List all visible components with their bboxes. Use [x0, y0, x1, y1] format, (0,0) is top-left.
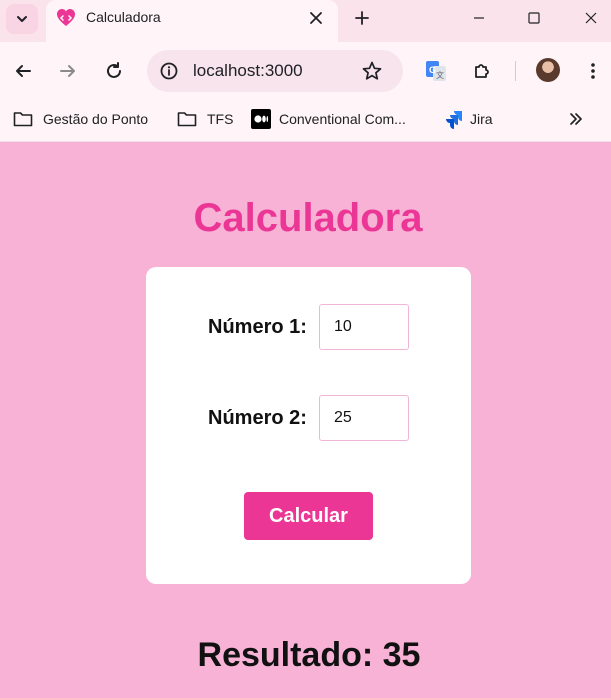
bookmark-gestao-do-ponto[interactable]: Gestão do Ponto	[13, 109, 148, 129]
extensions-puzzle-icon[interactable]	[467, 56, 497, 86]
browser-toolbar: localhost:3000 G文	[0, 42, 611, 100]
profile-avatar[interactable]	[536, 58, 560, 82]
bookmarks-bar: Gestão do Ponto TFS Conventional Com... …	[0, 100, 611, 142]
tab-strip: Calculadora	[0, 0, 611, 42]
chevron-double-right-icon[interactable]	[565, 108, 587, 130]
bookmark-tfs[interactable]: TFS	[177, 109, 233, 129]
bookmark-label: TFS	[207, 111, 234, 127]
tab-search-button[interactable]	[6, 4, 38, 34]
new-tab-plus-icon[interactable]	[349, 5, 375, 31]
tab-title: Calculadora	[86, 9, 161, 25]
back-arrow-icon[interactable]	[8, 56, 38, 86]
minimize-icon[interactable]	[459, 4, 499, 32]
svg-text:文: 文	[436, 70, 444, 80]
bookmark-jira[interactable]: Jira	[444, 109, 493, 129]
browser-tab[interactable]: Calculadora	[46, 0, 338, 42]
numero-2-label: Número 2:	[208, 407, 307, 429]
address-bar[interactable]: localhost:3000	[147, 50, 403, 92]
heart-favicon-icon	[57, 9, 75, 26]
bookmark-label: Jira	[470, 111, 493, 127]
toolbar-separator	[515, 61, 516, 81]
jira-icon	[444, 109, 464, 129]
chevron-down-icon	[17, 16, 27, 22]
result-text: Resultado: 35	[197, 636, 421, 674]
forward-arrow-icon[interactable]	[53, 56, 83, 86]
svg-text:G: G	[429, 65, 436, 75]
more-vertical-icon[interactable]	[578, 56, 608, 86]
reload-icon[interactable]	[99, 56, 129, 86]
site-info-icon[interactable]	[159, 61, 179, 81]
bookmark-conventional-commits[interactable]: Conventional Com...	[251, 109, 406, 129]
google-translate-icon[interactable]: G文	[421, 56, 451, 86]
address-url: localhost:3000	[193, 61, 303, 80]
numero-1-label: Número 1:	[208, 316, 307, 338]
calculator-card: Número 1: Número 2: Calcular	[146, 267, 471, 584]
maximize-icon[interactable]	[514, 4, 554, 32]
folder-icon	[13, 109, 33, 129]
numero-1-input[interactable]	[319, 304, 409, 350]
numero-2-input[interactable]	[319, 395, 409, 441]
tab-close-icon[interactable]	[304, 6, 328, 30]
folder-icon	[177, 109, 197, 129]
bookmark-star-icon[interactable]	[361, 60, 383, 82]
medium-icon	[251, 109, 271, 129]
bookmark-label: Conventional Com...	[279, 111, 406, 127]
window-close-icon[interactable]	[571, 4, 611, 32]
page-title: Calculadora	[193, 196, 423, 240]
bookmark-label: Gestão do Ponto	[43, 111, 149, 127]
calcular-button[interactable]: Calcular	[244, 492, 373, 540]
